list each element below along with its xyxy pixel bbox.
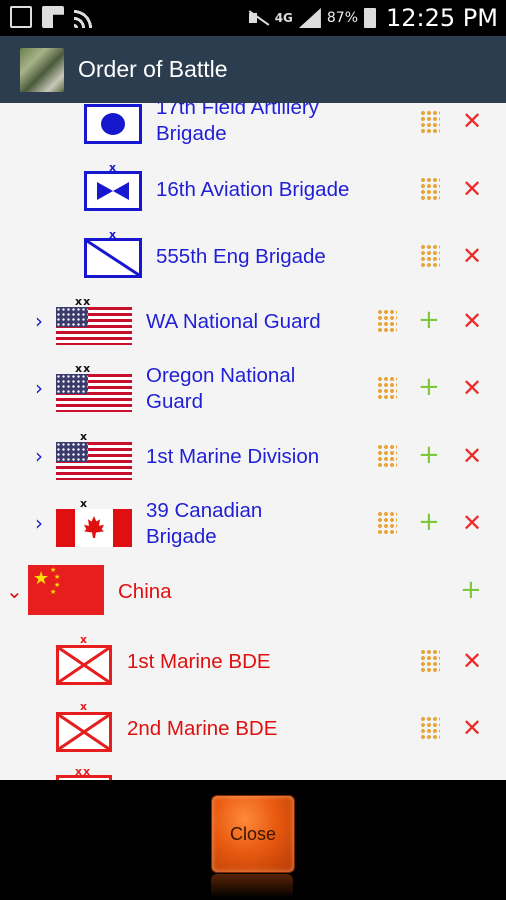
app-title: Order of Battle xyxy=(78,56,228,82)
order-of-battle-list[interactable]: 17th Field Artillery Brigade ✕ x 16th Av… xyxy=(0,103,506,780)
unit-label: 555th Eng Brigade xyxy=(156,245,326,268)
us-flag-icon xyxy=(56,374,132,412)
china-flag-icon: ★ ★ ★ ★ ★ xyxy=(28,565,104,615)
plus-icon[interactable]: + xyxy=(418,509,440,535)
list-item[interactable]: › xx WA National Guard + ✕ xyxy=(0,295,506,355)
close-icon[interactable]: ✕ xyxy=(462,375,482,401)
unit-label: Oregon National Guard xyxy=(146,364,296,413)
network-type: 4G xyxy=(274,11,293,25)
drag-handle-icon[interactable] xyxy=(377,309,397,333)
echelon-marker: x xyxy=(80,430,89,443)
close-icon[interactable]: ✕ xyxy=(462,715,482,741)
list-item[interactable]: › x 39 Canadian Brigade + ✕ xyxy=(0,497,506,557)
plus-icon[interactable]: + xyxy=(418,442,440,468)
close-button[interactable]: Close xyxy=(211,795,295,873)
list-item[interactable]: xx xyxy=(0,765,506,780)
close-icon[interactable]: ✕ xyxy=(462,510,482,536)
echelon-marker: x xyxy=(80,633,89,646)
list-item[interactable]: › xx Oregon National Guard + ✕ xyxy=(0,362,506,422)
echelon-marker: xx xyxy=(75,362,92,375)
country-label: China xyxy=(118,580,172,603)
echelon-marker: x xyxy=(80,497,89,510)
drag-handle-icon[interactable] xyxy=(420,110,440,134)
unit-label: 17th Field Artillery Brigade xyxy=(156,103,319,145)
chevron-right-icon[interactable]: › xyxy=(35,309,43,333)
list-item[interactable]: x 555th Eng Brigade ✕ xyxy=(0,229,506,290)
status-bar: 4G 87% 12:25 PM xyxy=(0,0,506,36)
drag-handle-icon[interactable] xyxy=(377,444,397,468)
us-flag-icon xyxy=(56,442,132,480)
artillery-unit-icon xyxy=(84,104,142,144)
infantry-unit-icon xyxy=(56,645,112,685)
drag-handle-icon[interactable] xyxy=(420,244,440,268)
chevron-right-icon[interactable]: › xyxy=(35,511,43,535)
gallery-notification-icon xyxy=(10,6,32,28)
aviation-unit-icon xyxy=(84,171,142,211)
wifi-calling-icon xyxy=(74,6,96,28)
drag-handle-icon[interactable] xyxy=(420,649,440,673)
unit-label: 16th Aviation Brigade xyxy=(156,178,350,201)
signal-icon xyxy=(298,8,321,28)
app-bar: Order of Battle xyxy=(0,36,506,103)
mute-icon xyxy=(247,9,269,27)
app-logo-icon[interactable] xyxy=(20,47,64,92)
chevron-down-icon[interactable]: ⌄ xyxy=(6,579,23,603)
button-reflection xyxy=(211,874,293,898)
close-icon[interactable]: ✕ xyxy=(462,443,482,469)
unit-label: 1st Marine BDE xyxy=(127,650,271,673)
drag-handle-icon[interactable] xyxy=(377,376,397,400)
close-icon[interactable]: ✕ xyxy=(462,108,482,134)
drag-handle-icon[interactable] xyxy=(420,716,440,740)
chevron-right-icon[interactable]: › xyxy=(35,376,43,400)
close-icon[interactable]: ✕ xyxy=(462,308,482,334)
unit-label: 1st Marine Division xyxy=(146,445,320,468)
infantry-unit-icon xyxy=(56,712,112,752)
list-item[interactable]: 17th Field Artillery Brigade ✕ xyxy=(0,103,506,158)
list-item[interactable]: x 16th Aviation Brigade ✕ xyxy=(0,162,506,223)
clock: 12:25 PM xyxy=(386,4,498,32)
unit-label: 2nd Marine BDE xyxy=(127,717,278,740)
plus-icon[interactable]: + xyxy=(418,307,440,333)
bottom-bar: Close xyxy=(0,780,506,900)
engineer-unit-icon xyxy=(84,238,142,278)
us-flag-icon xyxy=(56,307,132,345)
plus-icon[interactable]: + xyxy=(418,374,440,400)
echelon-marker: x xyxy=(80,700,89,713)
unit-label: 39 Canadian Brigade xyxy=(146,499,263,548)
unit-label: WA National Guard xyxy=(146,310,321,333)
drag-handle-icon[interactable] xyxy=(420,177,440,201)
list-item[interactable]: ⌄ ★ ★ ★ ★ ★ China + xyxy=(0,563,506,627)
battery-icon xyxy=(364,8,377,28)
list-item[interactable]: › x 1st Marine Division + ✕ xyxy=(0,430,506,490)
canada-flag-icon xyxy=(56,509,132,547)
list-item[interactable]: x 1st Marine BDE ✕ xyxy=(0,633,506,693)
chevron-right-icon[interactable]: › xyxy=(35,444,43,468)
close-icon[interactable]: ✕ xyxy=(462,648,482,674)
list-item[interactable]: x 2nd Marine BDE ✕ xyxy=(0,700,506,760)
echelon-marker: xx xyxy=(75,295,92,308)
plus-icon[interactable]: + xyxy=(460,577,482,603)
battery-percent: 87% xyxy=(326,10,359,26)
close-icon[interactable]: ✕ xyxy=(462,176,482,202)
flipboard-notification-icon xyxy=(42,6,64,28)
drag-handle-icon[interactable] xyxy=(377,511,397,535)
close-icon[interactable]: ✕ xyxy=(462,243,482,269)
